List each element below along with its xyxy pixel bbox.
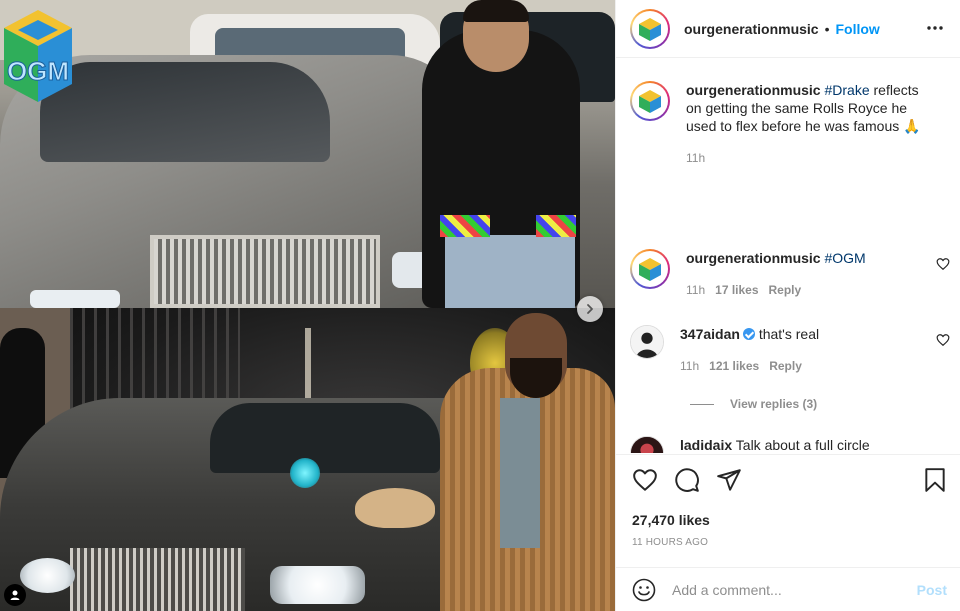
view-replies-button[interactable]: View replies (3) [690,397,817,411]
comment-time[interactable]: 11h [680,357,699,375]
view-replies-label: View replies (3) [730,397,818,411]
comments-list[interactable]: ourgenerationmusic #Drake reflects on ge… [616,59,960,453]
post-side-panel: ourgenerationmusic • Follow ourgeneratio… [615,0,960,611]
caption-avatar[interactable] [630,81,670,121]
comment-avatar[interactable] [630,249,670,289]
comment-item: ourgenerationmusic #OGM 11h 17 likes Rep… [630,249,950,299]
comment-time[interactable]: 11h [686,281,705,299]
comment-hashtag[interactable]: #OGM [824,250,865,266]
comment-username[interactable]: 347aidan [680,326,740,342]
user-avatar-icon [631,437,663,453]
comment-input[interactable] [672,581,902,598]
comment-like-heart-icon[interactable] [936,257,950,271]
header-separator: • [824,20,830,37]
caption-username[interactable]: ourgenerationmusic [686,82,821,98]
svg-text:OGM: OGM [7,56,69,86]
bookmark-icon[interactable] [922,467,948,493]
comment-item: 347aidan that's real 11h 121 likes Reply [630,325,950,375]
instagram-post: OGM ourgenerationmusic • Follow ourgener… [0,0,960,611]
share-icon[interactable] [716,467,742,493]
comment-item: ladidaix Talk about a full circle [630,436,950,453]
comment-likes[interactable]: 121 likes [709,357,759,375]
carousel-next-button[interactable] [577,296,603,322]
photo-top-rolls-royce-then [0,0,615,308]
comment-username[interactable]: ourgenerationmusic [686,250,821,266]
caption-hashtag[interactable]: #Drake [824,82,869,98]
caption-time[interactable]: 11h [686,149,705,167]
user-avatar-icon [631,326,663,358]
author-username[interactable]: ourgenerationmusic [684,21,819,37]
post-media[interactable]: OGM [0,0,615,611]
photo-bottom-rolls-royce-now [0,308,615,611]
add-comment-bar: Post [616,567,960,611]
post-actions: 27,470 likes 11 HOURS AGO [616,454,960,548]
comment-reply-button[interactable]: Reply [769,281,802,299]
post-header: ourgenerationmusic • Follow [616,0,960,58]
emoji-icon[interactable] [632,578,656,602]
follow-button[interactable]: Follow [836,21,880,37]
comment-avatar[interactable] [630,325,664,359]
ogm-avatar-icon [639,17,661,41]
author-avatar[interactable] [630,8,670,49]
more-horizontal-icon [927,26,943,30]
ogm-logo-icon: OGM [4,10,72,102]
posted-time[interactable]: 11 HOURS AGO [632,537,708,548]
ogm-avatar-icon [639,258,661,281]
ogm-avatar-icon [639,90,661,113]
verified-badge-icon [742,328,755,340]
chevron-right-icon [587,304,593,314]
likes-count[interactable]: 27,470 likes [632,512,710,528]
comment-reply-button[interactable]: Reply [769,357,802,375]
more-options-button[interactable] [925,18,945,38]
replies-divider [690,403,714,405]
caption: ourgenerationmusic #Drake reflects on ge… [630,81,950,167]
comment-username[interactable]: ladidaix [680,437,732,453]
comment-icon[interactable] [674,467,700,493]
comment-avatar[interactable] [630,436,664,453]
comment-text: Talk about a full circle [735,437,870,453]
comment-likes[interactable]: 17 likes [715,281,758,299]
heart-icon[interactable] [632,467,658,493]
comment-like-heart-icon[interactable] [936,333,950,347]
person-tag-icon [10,590,20,600]
post-comment-button[interactable]: Post [917,582,947,598]
user-tag-button[interactable] [4,584,26,606]
comment-text: that's real [758,326,820,342]
